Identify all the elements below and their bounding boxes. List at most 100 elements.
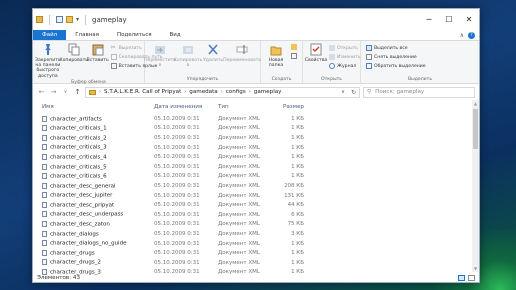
recent-locations-icon[interactable]: ∨ bbox=[61, 89, 70, 95]
table-row[interactable]: character_desc_jupiter 05.10.2009 0:31 Док… bbox=[42, 191, 479, 201]
search-input[interactable]: ⚲ Поиск: gameplay bbox=[363, 86, 475, 98]
file-size: 44 КБ bbox=[287, 202, 304, 209]
table-row[interactable]: character_desc_general 05.10.2009 0:31 Док… bbox=[42, 181, 479, 191]
file-date: 05.10.2009 0:31 bbox=[154, 259, 200, 266]
table-row[interactable]: character_drugs 05.10.2009 0:31 Документ X… bbox=[42, 248, 479, 258]
help-icon[interactable]: ? bbox=[468, 31, 475, 39]
move-to-button[interactable]: Переместить в bbox=[144, 43, 176, 76]
table-row[interactable]: character_desc_zaton 05.10.2009 0:31 Докум… bbox=[42, 220, 479, 230]
new-item-icon[interactable] bbox=[291, 44, 297, 50]
refresh-icon[interactable]: ↻ bbox=[351, 89, 356, 96]
ribbon-tabs: Файл Главная Поделиться Вид ∧ ? bbox=[33, 30, 479, 41]
delete-icon bbox=[208, 44, 218, 55]
select-all-icon bbox=[366, 45, 372, 51]
table-row[interactable]: character_criticals_2 05.10.2009 0:31 Доку… bbox=[42, 133, 479, 143]
new-folder-button[interactable]: Новая папка bbox=[263, 43, 289, 76]
breadcrumb-item[interactable]: configs bbox=[226, 89, 246, 95]
table-row[interactable]: character_desc_underpass 05.10.2009 0:31 Д… bbox=[42, 210, 479, 220]
file-name-text: character_dialogs_no_guide bbox=[50, 240, 127, 247]
file-size: 75 КБ bbox=[287, 221, 304, 228]
tab-home[interactable]: Главная bbox=[66, 30, 108, 40]
back-button[interactable]: ← bbox=[37, 88, 46, 96]
breadcrumb[interactable]: › S.T.A.L.K.E.R. Call of Pripyat › gamed… bbox=[85, 86, 360, 98]
xml-file-icon bbox=[42, 173, 47, 180]
chevron-down-icon[interactable]: ▾ bbox=[76, 16, 79, 23]
column-header-name[interactable]: Имя bbox=[42, 104, 154, 110]
close-button[interactable]: ✕ bbox=[459, 9, 479, 30]
copy-label: Копировать bbox=[59, 58, 89, 63]
file-type: Документ XML bbox=[218, 125, 260, 132]
rename-button[interactable]: Переименовать bbox=[223, 43, 261, 76]
file-name: character_criticals_2 bbox=[42, 134, 154, 141]
list-header: Имя Дата изменения Тип Размер bbox=[33, 100, 479, 114]
forward-button[interactable]: → bbox=[49, 88, 58, 96]
select-none-button[interactable]: Снять выделение bbox=[366, 54, 426, 60]
file-rows: character_artifacts 05.10.2009 0:31 Докуме… bbox=[33, 114, 479, 277]
chevron-down-icon[interactable]: ∨ bbox=[341, 89, 345, 95]
select-all-button[interactable]: Выделить все bbox=[366, 45, 426, 51]
table-row[interactable]: character_criticals_5 05.10.2009 0:31 Доку… bbox=[42, 162, 479, 172]
scrollbar-thumb[interactable] bbox=[473, 109, 478, 149]
easy-access-icon[interactable] bbox=[291, 53, 297, 59]
edit-button[interactable]: Изменить bbox=[329, 54, 361, 60]
delete-button[interactable]: Удалить bbox=[203, 43, 223, 76]
maximize-button[interactable]: ☐ bbox=[439, 9, 459, 30]
search-icon: ⚲ bbox=[367, 89, 372, 95]
tab-share[interactable]: Поделиться bbox=[108, 30, 161, 40]
file-name: character_criticals_4 bbox=[42, 153, 154, 160]
breadcrumb-item[interactable]: S.T.A.L.K.E.R. Call of Pripyat bbox=[104, 89, 181, 95]
column-header-date[interactable]: Дата изменения bbox=[154, 104, 218, 110]
file-date: 05.10.2009 0:31 bbox=[154, 211, 200, 218]
scroll-down-icon[interactable]: ▼ bbox=[472, 265, 479, 272]
file-name: character_dialogs_no_guide bbox=[42, 240, 154, 247]
properties-button[interactable]: Свойства bbox=[305, 43, 327, 76]
file-date: 05.10.2009 0:31 bbox=[154, 182, 200, 189]
breadcrumb-item[interactable]: gamedata bbox=[189, 89, 217, 95]
history-button[interactable]: Журнал bbox=[329, 63, 361, 69]
file-type: Документ XML bbox=[218, 202, 260, 209]
file-size: 1 КБ bbox=[291, 250, 304, 257]
file-name-text: character_drugs_2 bbox=[50, 259, 101, 266]
copy-to-button[interactable]: Копировать в bbox=[174, 43, 202, 76]
scroll-up-icon[interactable]: ▲ bbox=[472, 100, 479, 107]
file-size: 1 КБ bbox=[291, 259, 304, 266]
table-row[interactable]: character_drugs_2 05.10.2009 0:31 Документ… bbox=[42, 258, 479, 268]
table-row[interactable]: character_criticals_4 05.10.2009 0:31 Доку… bbox=[42, 152, 479, 162]
paste-button[interactable]: Вставить bbox=[87, 43, 109, 79]
table-row[interactable]: character_drugs_3 05.10.2009 0:31 Документ… bbox=[42, 268, 479, 278]
open-icon bbox=[329, 45, 335, 51]
up-button[interactable]: ↑ bbox=[73, 88, 82, 96]
history-icon bbox=[329, 63, 335, 69]
table-row[interactable]: character_dialogs 05.10.2009 0:31 Документ… bbox=[42, 229, 479, 239]
table-row[interactable]: character_criticals_3 05.10.2009 0:31 Доку… bbox=[42, 143, 479, 153]
vertical-scrollbar[interactable]: ▲ ▼ bbox=[472, 100, 479, 272]
invert-selection-button[interactable]: Обратить выделение bbox=[366, 63, 426, 69]
properties-check-icon[interactable] bbox=[56, 16, 63, 23]
ribbon: Закрепить на панели быстрого доступа Коп… bbox=[33, 41, 479, 85]
table-row[interactable]: character_dialogs_no_guide 05.10.2009 0:3… bbox=[42, 239, 479, 249]
minimize-button[interactable]: ─ bbox=[419, 9, 439, 30]
new-folder-icon[interactable] bbox=[66, 16, 73, 23]
file-size: 1 КБ bbox=[291, 144, 304, 151]
copy-button[interactable]: Копировать bbox=[59, 43, 88, 79]
column-header-size[interactable]: Размер bbox=[271, 104, 304, 110]
tab-file[interactable]: Файл bbox=[33, 30, 67, 40]
file-name: character_drugs_2 bbox=[42, 259, 154, 266]
group-open: Свойства Открыть Изменить Журнал Открыть bbox=[303, 41, 361, 83]
table-row[interactable]: character_criticals_6 05.10.2009 0:31 Доку… bbox=[42, 172, 479, 182]
column-header-type[interactable]: Тип bbox=[218, 104, 271, 110]
open-button[interactable]: Открыть bbox=[329, 45, 361, 51]
file-type: Документ XML bbox=[218, 221, 260, 228]
table-row[interactable]: character_artifacts 05.10.2009 0:31 Докуме… bbox=[42, 114, 479, 124]
pin-quick-access-button[interactable]: Закрепить на панели быстрого доступа bbox=[35, 43, 61, 79]
table-row[interactable]: character_criticals_1 05.10.2009 0:31 Доку… bbox=[42, 124, 479, 134]
breadcrumb-item[interactable]: gameplay bbox=[254, 89, 282, 95]
xml-file-icon bbox=[42, 240, 47, 247]
file-name: character_drugs bbox=[42, 249, 154, 256]
group-label-select: Выделить bbox=[407, 77, 433, 82]
tab-view[interactable]: Вид bbox=[161, 30, 190, 40]
ribbon-collapse-icon[interactable]: ∧ bbox=[460, 32, 464, 39]
rename-icon bbox=[236, 45, 248, 54]
table-row[interactable]: character_desc_pripyat 05.10.2009 0:31 Док… bbox=[42, 200, 479, 210]
pin-label: Закрепить на панели быстрого доступа bbox=[35, 58, 61, 79]
